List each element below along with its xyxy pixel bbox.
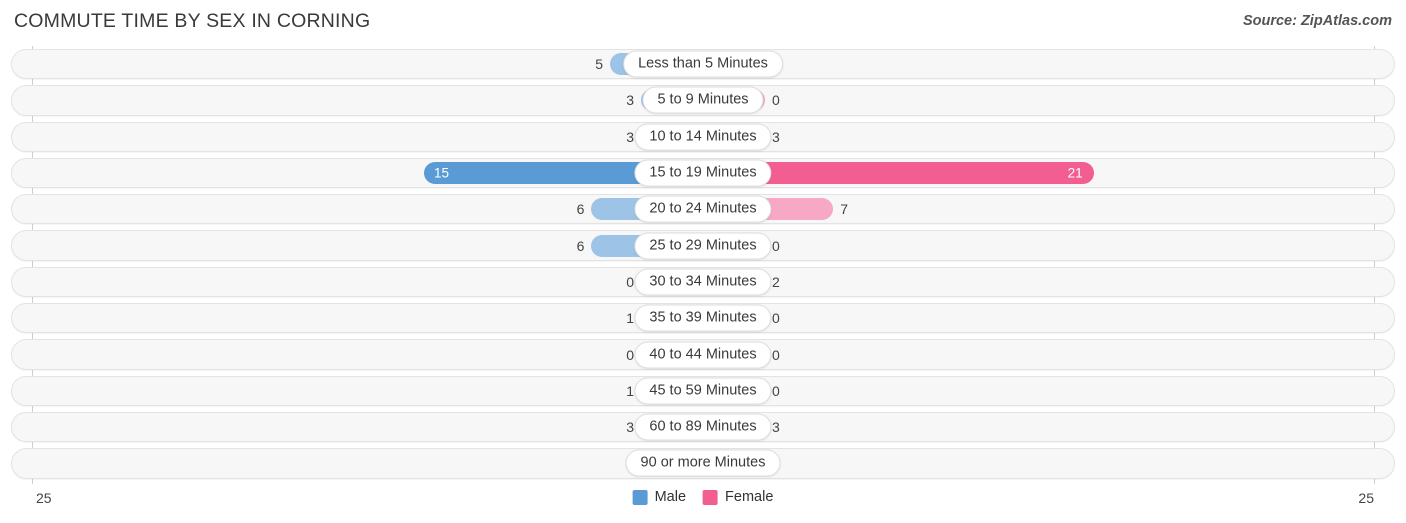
category-label: 10 to 14 Minutes	[634, 123, 772, 151]
bar-value-male: 0	[626, 273, 634, 290]
bar-value-female: 0	[772, 382, 780, 399]
table-row[interactable]: 3 3 60 to 89 Minutes	[0, 409, 1406, 445]
legend-item-female[interactable]: Female	[703, 489, 773, 505]
bar-value-female: 0	[772, 92, 780, 109]
row-bars: 0 2 30 to 34 Minutes	[0, 264, 1406, 300]
row-bars: 1 0 45 to 59 Minutes	[0, 373, 1406, 409]
row-bars: 3 0 5 to 9 Minutes	[0, 82, 1406, 118]
category-label: 5 to 9 Minutes	[642, 86, 764, 114]
category-label: 45 to 59 Minutes	[634, 377, 772, 405]
row-bars: 0 0 40 to 44 Minutes	[0, 336, 1406, 372]
chart-header: COMMUTE TIME BY SEX IN CORNING Source: Z…	[0, 0, 1406, 45]
table-row[interactable]: 1 0 35 to 39 Minutes	[0, 300, 1406, 336]
axis-tick-left: 25	[36, 490, 52, 506]
table-row[interactable]: 1 0 45 to 59 Minutes	[0, 373, 1406, 409]
bar-value-female: 3	[772, 128, 780, 145]
legend-swatch-male-icon	[632, 489, 648, 505]
bar-value-male: 15	[434, 165, 450, 181]
bar-value-female: 0	[772, 310, 780, 327]
bar-value-female: 2	[772, 273, 780, 290]
bar-rows-container: 51Less than 5 Minutes305 to 9 Minutes331…	[0, 46, 1406, 482]
bar-value-female: 21	[1067, 165, 1083, 181]
table-row[interactable]: 3 3 10 to 14 Minutes	[0, 119, 1406, 155]
table-row[interactable]: 3 0 5 to 9 Minutes	[0, 82, 1406, 118]
bar-value-female: 3	[772, 419, 780, 436]
page-title: COMMUTE TIME BY SEX IN CORNING	[14, 10, 371, 32]
table-row[interactable]: 0 2 30 to 34 Minutes	[0, 264, 1406, 300]
chart-footer: 25 25 Male Female	[0, 484, 1406, 523]
bar-value-male: 6	[576, 237, 585, 254]
bar-value-male: 3	[626, 92, 634, 109]
table-row[interactable]: 0 0 40 to 44 Minutes	[0, 336, 1406, 372]
category-label: 35 to 39 Minutes	[634, 304, 772, 332]
bar-value-male: 1	[626, 382, 634, 399]
bar-value-male: 3	[626, 128, 634, 145]
category-label: 20 to 24 Minutes	[634, 195, 772, 223]
category-label: Less than 5 Minutes	[623, 50, 783, 78]
bar-value-male: 3	[626, 419, 634, 436]
legend-label-female: Female	[725, 489, 774, 505]
row-bars: 1 0 35 to 39 Minutes	[0, 300, 1406, 336]
bar-value-female: 0	[772, 237, 780, 254]
category-label: 30 to 34 Minutes	[634, 268, 772, 296]
axis-tick-right: 25	[1358, 490, 1374, 506]
table-row[interactable]: 6 0 25 to 29 Minutes	[0, 227, 1406, 263]
bar-value-female: 7	[840, 201, 848, 218]
category-label: 25 to 29 Minutes	[634, 232, 772, 260]
category-label: 60 to 89 Minutes	[634, 413, 772, 441]
table-row[interactable]: 51Less than 5 Minutes	[0, 46, 1406, 82]
bar-value-male: 6	[576, 201, 585, 218]
table-row[interactable]: 15 21 15 to 19 Minutes	[0, 155, 1406, 191]
row-bars: 6 7 20 to 24 Minutes	[0, 191, 1406, 227]
row-bars: 3 3 10 to 14 Minutes	[0, 119, 1406, 155]
source-attribution: Source: ZipAtlas.com	[1242, 13, 1392, 29]
bar-value-male: 0	[626, 346, 634, 363]
chart-legend: Male Female	[632, 489, 773, 505]
row-bars: 6 0 25 to 29 Minutes	[0, 227, 1406, 263]
legend-swatch-female-icon	[703, 489, 719, 505]
legend-item-male[interactable]: Male	[632, 489, 687, 505]
chart-plot-area: 51Less than 5 Minutes305 to 9 Minutes331…	[0, 46, 1406, 484]
row-bars: 15 21 15 to 19 Minutes	[0, 155, 1406, 191]
row-bars: 51Less than 5 Minutes	[0, 46, 1406, 82]
row-bars: 3 3 60 to 89 Minutes	[0, 409, 1406, 445]
bar-value-male: 5	[595, 56, 603, 73]
row-bars: 0090 or more Minutes	[0, 445, 1406, 481]
table-row[interactable]: 6 7 20 to 24 Minutes	[0, 191, 1406, 227]
category-label: 15 to 19 Minutes	[634, 159, 772, 187]
table-row[interactable]: 0090 or more Minutes	[0, 445, 1406, 481]
legend-label-male: Male	[654, 489, 687, 505]
category-label: 40 to 44 Minutes	[634, 341, 772, 369]
bar-value-male: 1	[626, 310, 634, 327]
bar-value-female: 0	[772, 346, 780, 363]
category-label: 90 or more Minutes	[625, 449, 781, 477]
